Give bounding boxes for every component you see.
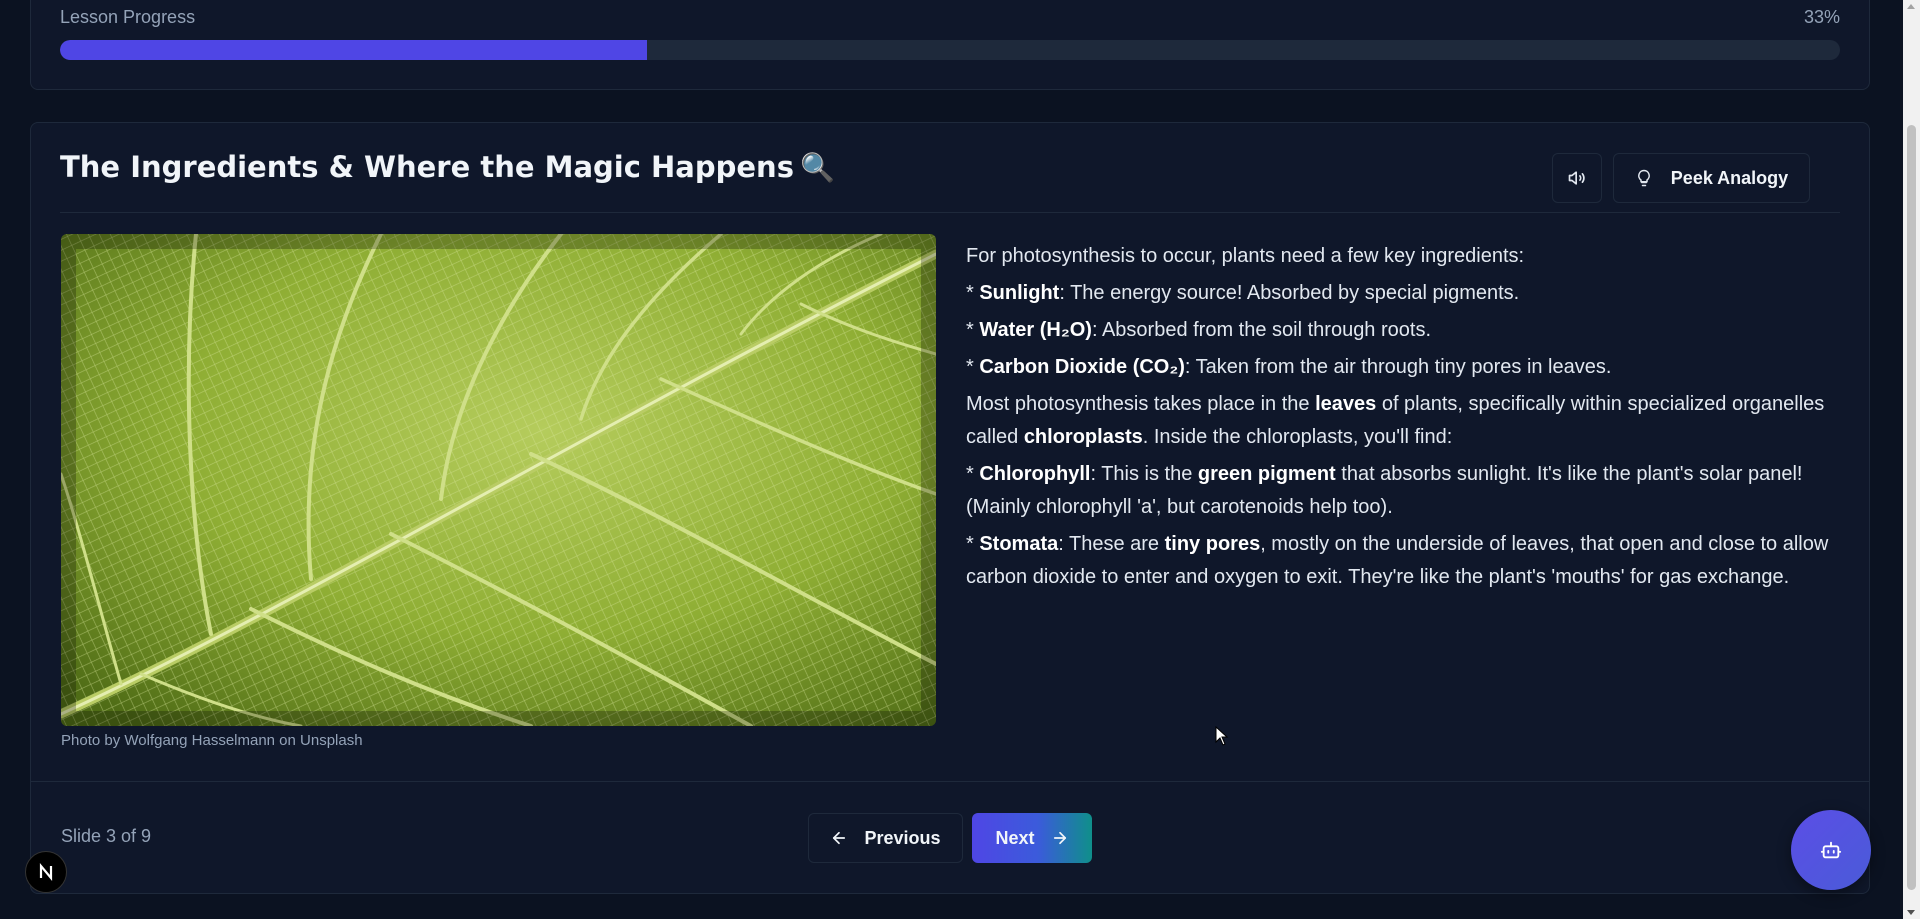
previous-button[interactable]: Previous — [808, 813, 963, 863]
term-leaves: leaves — [1315, 393, 1377, 415]
text-water: : Absorbed from the soil through roots. — [1091, 319, 1432, 341]
previous-label: Previous — [864, 827, 941, 848]
progress-label: Lesson Progress — [60, 7, 196, 27]
photo-credit: Photo by Wolfgang Hasselmann on Unsplash — [61, 732, 363, 749]
nextjs-logo[interactable] — [25, 851, 67, 893]
scrollbar[interactable] — [1903, 0, 1920, 919]
progress-bar-fill — [60, 40, 648, 60]
term-tiny-pores: tiny pores — [1164, 533, 1261, 555]
content-co2: * Carbon Dioxide (CO₂): Taken from the a… — [966, 351, 1846, 384]
content-water: * Water (H₂O): Absorbed from the soil th… — [966, 314, 1846, 347]
peek-analogy-label: Peek Analogy — [1670, 167, 1789, 188]
bullet-marker: * — [966, 319, 980, 341]
term-green-pigment: green pigment — [1197, 463, 1336, 485]
term-water: Water (H₂O) — [979, 319, 1092, 341]
progress-percent: 33% — [1803, 7, 1840, 27]
slide-title: The Ingredients & Where the Magic Happen… — [60, 150, 835, 184]
leaf-photo — [61, 234, 936, 726]
term-chlorophyll: Chlorophyll — [979, 463, 1091, 485]
next-label: Next — [995, 827, 1035, 848]
bullet-marker: * — [966, 282, 980, 304]
text-sunlight: : The energy source! Absorbed by special… — [1059, 282, 1520, 304]
speaker-icon — [1568, 171, 1585, 185]
slide-counter: Slide 3 of 9 — [61, 826, 152, 846]
term-stomata: Stomata — [979, 533, 1059, 555]
content-leaves: Most photosynthesis takes place in the l… — [966, 388, 1846, 454]
arrow-right-icon — [1053, 831, 1066, 845]
text-co2: : Taken from the air through tiny pores … — [1184, 356, 1612, 378]
term-co2: Carbon Dioxide (CO₂) — [979, 356, 1185, 378]
progress-bar — [60, 40, 1840, 60]
slide-content: For photosynthesis to occur, plants need… — [966, 240, 1846, 598]
magnifier-icon: 🔍 — [799, 151, 835, 184]
n-icon — [39, 862, 53, 882]
content-chlorophyll: * Chlorophyll: This is the green pigment… — [966, 458, 1846, 524]
assistant-button[interactable] — [1791, 810, 1871, 890]
text-leaves-post: . Inside the chloroplasts, you'll find: — [1142, 426, 1453, 448]
term-sunlight: Sunlight — [979, 282, 1060, 304]
header-divider — [60, 212, 1840, 213]
bullet-marker: * — [966, 463, 980, 485]
scroll-up-icon[interactable] — [1907, 4, 1915, 9]
bullet-marker: * — [966, 356, 980, 378]
text-stomata-pre: : These are — [1058, 533, 1165, 555]
content-stomata: * Stomata: These are tiny pores, mostly … — [966, 528, 1846, 594]
peek-analogy-button[interactable]: Peek Analogy — [1613, 153, 1810, 203]
next-button[interactable]: Next — [972, 813, 1092, 863]
term-chloroplasts: chloroplasts — [1023, 426, 1143, 448]
arrow-left-icon — [833, 831, 846, 845]
scroll-down-icon[interactable] — [1907, 910, 1915, 915]
lightbulb-icon — [1637, 169, 1650, 187]
content-sunlight: * Sunlight: The energy source! Absorbed … — [966, 277, 1846, 310]
text-chlorophyll-pre: : This is the — [1090, 463, 1198, 485]
content-intro: For photosynthesis to occur, plants need… — [966, 245, 1525, 267]
footer-divider — [30, 781, 1870, 782]
slide-title-text: The Ingredients & Where the Magic Happen… — [60, 150, 794, 184]
robot-icon — [1820, 841, 1842, 859]
bullet-marker: * — [966, 533, 980, 555]
scrollbar-thumb[interactable] — [1907, 125, 1916, 890]
audio-button[interactable] — [1552, 153, 1602, 203]
mouse-cursor-icon — [1215, 725, 1229, 751]
text-leaves-pre: Most photosynthesis takes place in the — [966, 393, 1316, 415]
